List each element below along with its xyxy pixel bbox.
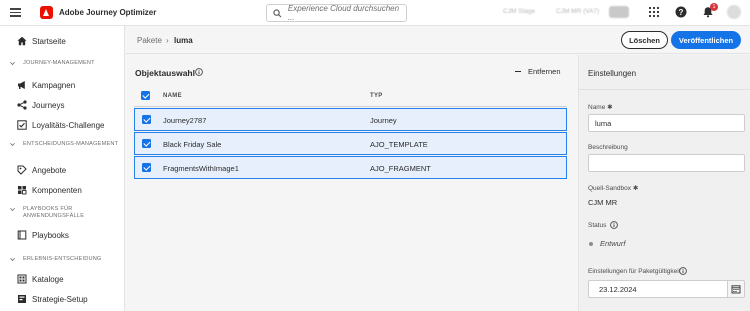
chevron-down-icon	[10, 61, 15, 66]
breadcrumb-packages[interactable]: Pakete	[137, 36, 162, 45]
sidebar-item-strategy-setup[interactable]: Strategie-Setup	[0, 290, 125, 308]
breadcrumb-current: luma	[174, 36, 193, 45]
breadcrumb-separator: ›	[166, 36, 169, 45]
svg-text:?: ?	[679, 8, 684, 17]
info-icon[interactable]	[195, 68, 203, 76]
sandbox-stage-label[interactable]: CJM Stage	[503, 8, 535, 15]
sidebar-item-loyalty-challenge[interactable]: Loyalitäts-Challenge	[0, 116, 125, 134]
column-header-type[interactable]: TYP	[370, 93, 383, 99]
strategy-icon	[17, 294, 27, 304]
objects-table: NAME TYP Journey2787 Journey Black Frida…	[134, 85, 567, 179]
cell-type: Journey	[370, 116, 397, 125]
sidebar-item-offers[interactable]: Angebote	[0, 161, 125, 179]
remove-button[interactable]: Entfernen	[515, 67, 561, 76]
table-row[interactable]: Black Friday Sale AJO_TEMPLATE	[134, 132, 567, 155]
description-field[interactable]	[588, 154, 745, 172]
validity-date-field[interactable]: 23.12.2024	[588, 280, 728, 298]
chevron-down-icon	[10, 257, 15, 262]
sandbox-chip[interactable]	[609, 6, 629, 18]
calendar-icon	[731, 285, 741, 294]
remove-icon	[515, 70, 521, 73]
info-icon[interactable]	[679, 267, 687, 275]
column-header-name[interactable]: NAME	[163, 93, 182, 99]
panel-title: Objektauswahl	[135, 68, 195, 78]
search-input[interactable]: Experience Cloud durchsuchen ...	[266, 4, 407, 22]
delete-button[interactable]: Löschen	[621, 31, 668, 49]
status-badge: Entwurf	[600, 239, 626, 248]
sandbox-current-label[interactable]: CJM MR (VA7)	[556, 8, 599, 15]
chevron-down-icon	[10, 142, 15, 147]
source-sandbox-value: CJM MR	[588, 198, 618, 207]
status-dot	[589, 242, 593, 246]
help-icon[interactable]: ?	[675, 6, 687, 18]
cell-type: AJO_TEMPLATE	[370, 140, 428, 149]
required-mark: ✱	[607, 104, 613, 111]
book-icon	[17, 230, 27, 240]
required-mark: ✱	[632, 185, 639, 192]
row-checkbox[interactable]	[142, 163, 151, 172]
calendar-button[interactable]	[728, 280, 745, 298]
loyalty-icon	[17, 120, 27, 130]
adobe-logo-icon	[40, 6, 53, 19]
sidebar-item-label: Startseite	[32, 36, 66, 46]
chevron-down-icon	[10, 207, 15, 212]
search-icon	[273, 8, 282, 17]
sidebar-item-playbooks[interactable]: Playbooks	[0, 226, 125, 244]
home-icon	[17, 36, 27, 46]
cell-name: Black Friday Sale	[163, 140, 222, 149]
name-field[interactable]: luma	[588, 114, 745, 132]
validity-label: Einstellungen für Paketgültigkeit	[588, 268, 681, 275]
avatar[interactable]	[727, 5, 741, 19]
table-header: NAME TYP	[134, 85, 567, 107]
search-placeholder: Experience Cloud durchsuchen ...	[287, 4, 400, 22]
sidebar-item-journeys[interactable]: Journeys	[0, 96, 125, 114]
status-label: Status	[588, 222, 607, 229]
sidebar: Startseite JOURNEY-MANAGEMENT Kampagnen …	[0, 26, 125, 311]
journey-icon	[17, 100, 27, 110]
sidebar-item-home[interactable]: Startseite	[0, 32, 125, 50]
sidebar-item-components[interactable]: Komponenten	[0, 181, 125, 199]
description-label: Beschreibung	[588, 144, 628, 151]
sidebar-item-catalogs[interactable]: Kataloge	[0, 270, 125, 288]
info-icon[interactable]	[610, 221, 618, 229]
object-selection-panel: Objektauswahl Entfernen NAME TYP Journey…	[126, 55, 577, 311]
table-row[interactable]: Journey2787 Journey	[134, 108, 567, 131]
megaphone-icon	[17, 80, 27, 90]
top-bar: Adobe Journey Optimizer Experience Cloud…	[0, 0, 750, 26]
name-label: Name ✱	[588, 104, 613, 111]
cell-name: FragmentsWithImage1	[163, 164, 239, 173]
row-checkbox[interactable]	[142, 115, 151, 124]
components-icon	[17, 185, 27, 195]
divider	[579, 89, 750, 90]
page-header: Pakete › luma Löschen Veröffentlichen	[126, 26, 750, 54]
notification-badge: 1	[710, 3, 718, 11]
select-all-checkbox[interactable]	[141, 91, 150, 100]
app-title: Adobe Journey Optimizer	[59, 8, 157, 17]
settings-title: Einstellungen	[588, 69, 637, 78]
offers-icon	[17, 165, 27, 175]
catalog-icon	[17, 274, 27, 284]
source-sandbox-label: Quell-Sandbox ✱	[588, 185, 639, 192]
menu-icon[interactable]	[10, 8, 26, 17]
row-checkbox[interactable]	[142, 139, 151, 148]
sidebar-item-campaigns[interactable]: Kampagnen	[0, 76, 125, 94]
cell-type: AJO_FRAGMENT	[370, 164, 431, 173]
publish-button[interactable]: Veröffentlichen	[671, 31, 741, 49]
apps-grid-icon[interactable]	[648, 6, 660, 18]
cell-name: Journey2787	[163, 116, 207, 125]
settings-panel: Einstellungen Name ✱ luma Beschreibung Q…	[578, 55, 750, 311]
table-row[interactable]: FragmentsWithImage1 AJO_FRAGMENT	[134, 156, 567, 179]
